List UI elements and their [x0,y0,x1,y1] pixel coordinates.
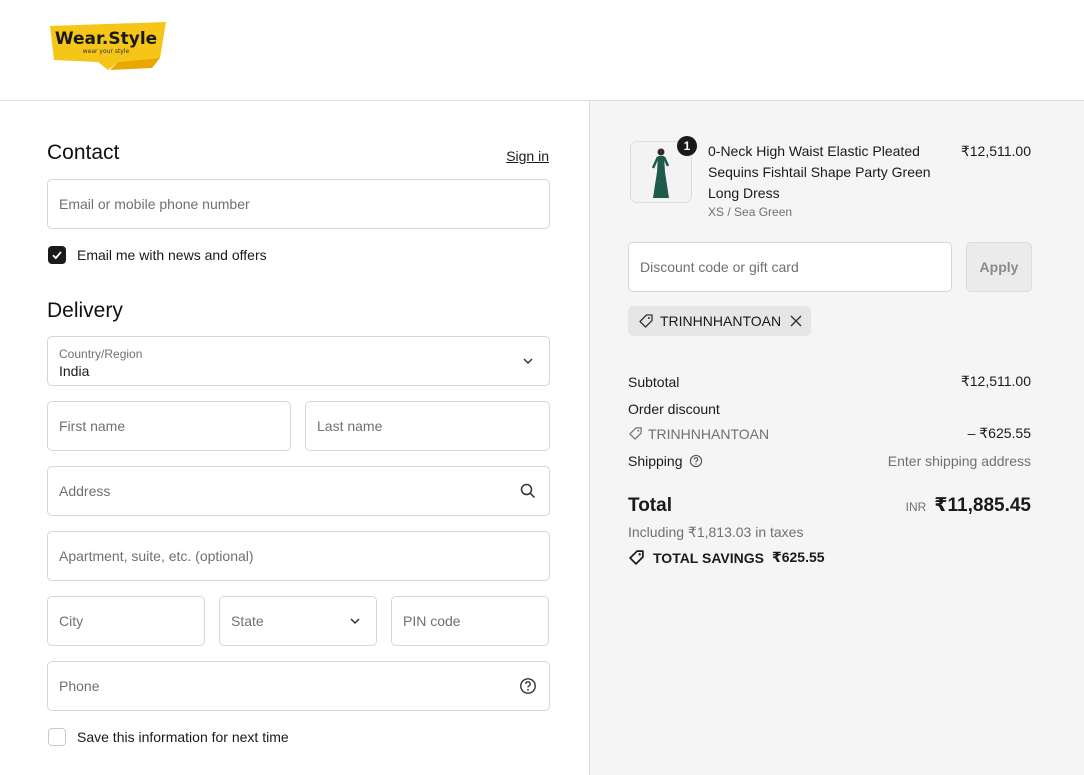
order-discount-row: Order discount [628,401,1031,417]
apartment-wrapper [47,531,550,581]
apply-button[interactable]: Apply [966,242,1032,292]
city-field[interactable] [48,613,204,629]
taxes-note: Including ₹1,813.03 in taxes [628,524,804,540]
email-field-wrapper [47,179,550,229]
discount-value: – ₹625.55 [967,425,1031,441]
tag-icon [629,550,644,565]
logo-graphic: Wear.Style wear your style [50,22,166,70]
state-select[interactable]: State [219,596,377,646]
save-info-row[interactable]: Save this information for next time [48,728,289,746]
chevron-down-icon [523,358,533,365]
product-name: 0-Neck High Waist Elastic Pleated Sequin… [708,143,931,201]
city-wrapper [47,596,205,646]
chevron-down-icon [350,618,360,625]
applied-code: TRINHNHANTOAN [660,313,782,329]
save-info-label: Save this information for next time [77,729,289,745]
total-row: Total INR ₹11,885.45 [628,494,1031,517]
tag-icon [629,427,642,440]
quantity-badge: 1 [677,136,697,156]
subtotal-value: ₹12,511.00 [960,373,1031,389]
pin-wrapper [391,596,549,646]
check-icon [52,251,62,260]
discount-detail-row: TRINHNHANTOAN – ₹625.55 [628,425,1031,442]
phone-field[interactable] [48,678,549,694]
apartment-field[interactable] [48,548,549,564]
sign-in-link[interactable]: Sign in [506,148,549,164]
newsletter-checkbox[interactable] [48,246,66,264]
subtotal-label: Subtotal [628,373,680,390]
shipping-value: Enter shipping address [887,453,1031,469]
product-price: ₹12,511.00 [960,143,1031,159]
save-info-checkbox[interactable] [48,728,66,746]
savings-row: TOTAL SAVINGS ₹625.55 [628,549,1031,566]
country-value: India [59,363,90,379]
subtotal-row: Subtotal ₹12,511.00 [628,373,1031,390]
total-label: Total [628,494,672,516]
order-summary: 1 0-Neck High Waist Elastic Pleated Sequ… [589,101,1084,775]
address-wrapper [47,466,550,516]
contact-heading: Contact [47,141,120,164]
help-circle-icon[interactable] [689,454,703,468]
savings-value: ₹625.55 [771,549,825,565]
product-variant: XS / Sea Green [708,205,793,219]
pin-code-field[interactable] [392,613,548,629]
checkout-form: Contact Sign in Email me with news and o… [0,101,589,775]
logo-text: Wear.Style [55,29,157,49]
logo-tagline: wear your style [83,48,130,55]
address-field[interactable] [48,483,549,499]
country-select[interactable]: Country/Region India [47,336,550,386]
first-name-wrapper [47,401,291,451]
state-placeholder: State [231,613,264,629]
total-value: ₹11,885.45 [934,495,1031,516]
discount-code-field[interactable] [629,259,951,275]
savings-label: TOTAL SAVINGS [653,549,764,566]
discount-code: TRINHNHANTOAN [648,425,770,442]
brand-logo[interactable]: Wear.Style wear your style [48,22,168,72]
phone-wrapper [47,661,550,711]
shipping-label: Shipping [628,453,683,469]
first-name-field[interactable] [48,418,290,434]
newsletter-label: Email me with news and offers [77,247,267,263]
close-icon[interactable] [789,314,803,328]
last-name-wrapper [305,401,550,451]
shipping-row: Shipping Enter shipping address [628,453,1031,469]
newsletter-row[interactable]: Email me with news and offers [48,246,267,264]
country-label: Country/Region [59,347,143,361]
applied-discount-chip: TRINHNHANTOAN [628,306,812,336]
last-name-field[interactable] [306,418,549,434]
order-discount-label: Order discount [628,401,720,417]
search-icon[interactable] [519,482,537,500]
help-circle-icon[interactable] [519,677,537,695]
header: Wear.Style wear your style [0,0,1084,101]
delivery-heading: Delivery [47,299,123,322]
currency-code: INR [905,500,927,514]
tag-icon [639,314,653,328]
taxes-row: Including ₹1,813.03 in taxes [628,524,1031,541]
email-field[interactable] [48,196,549,212]
discount-wrapper [628,242,952,292]
